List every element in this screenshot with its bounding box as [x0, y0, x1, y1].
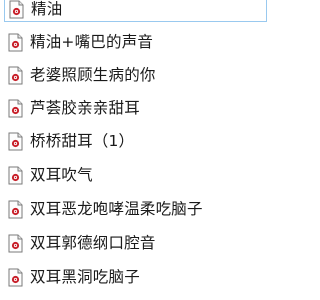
- file-item[interactable]: 精油: [4, 0, 267, 22]
- audio-file-icon: [8, 66, 23, 85]
- file-item-label: 双耳恶龙咆哮温柔吃脑子: [30, 200, 203, 218]
- file-item-label: 双耳黑洞吃脑子: [30, 268, 140, 286]
- audio-file-icon: [9, 0, 24, 19]
- audio-file-icon: [8, 166, 23, 185]
- file-item[interactable]: 双耳黑洞吃脑子: [4, 264, 146, 290]
- file-item-label: 芦荟胶亲亲甜耳: [30, 99, 140, 117]
- file-item[interactable]: 老婆照顾生病的你: [4, 62, 162, 88]
- file-item[interactable]: 双耳吹气: [4, 162, 99, 188]
- audio-file-icon: [8, 200, 23, 219]
- audio-file-icon: [8, 234, 23, 253]
- file-item[interactable]: 桥桥甜耳（1）: [4, 128, 140, 154]
- audio-file-icon: [8, 268, 23, 287]
- file-item[interactable]: 精油+嘴巴的声音: [4, 29, 159, 55]
- file-item[interactable]: 芦荟胶亲亲甜耳: [4, 95, 146, 121]
- audio-file-icon: [8, 132, 23, 151]
- audio-file-icon: [8, 99, 23, 118]
- file-item-label: 双耳吹气: [30, 166, 93, 184]
- file-item-label: 精油+嘴巴的声音: [30, 33, 154, 51]
- file-item-label: 精油: [31, 0, 63, 18]
- file-item[interactable]: 双耳恶龙咆哮温柔吃脑子: [4, 196, 209, 222]
- audio-file-icon: [8, 33, 23, 52]
- file-item-label: 双耳郭德纲口腔音: [30, 234, 156, 252]
- file-item[interactable]: 双耳郭德纲口腔音: [4, 230, 162, 256]
- file-list: 精油 精油+嘴巴的声音 老婆照顾生病的你 芦荟胶亲亲甜耳 桥桥甜耳（1） 双耳吹…: [0, 0, 300, 300]
- file-item-label: 老婆照顾生病的你: [30, 66, 156, 84]
- file-item-label: 桥桥甜耳（1）: [30, 132, 135, 150]
